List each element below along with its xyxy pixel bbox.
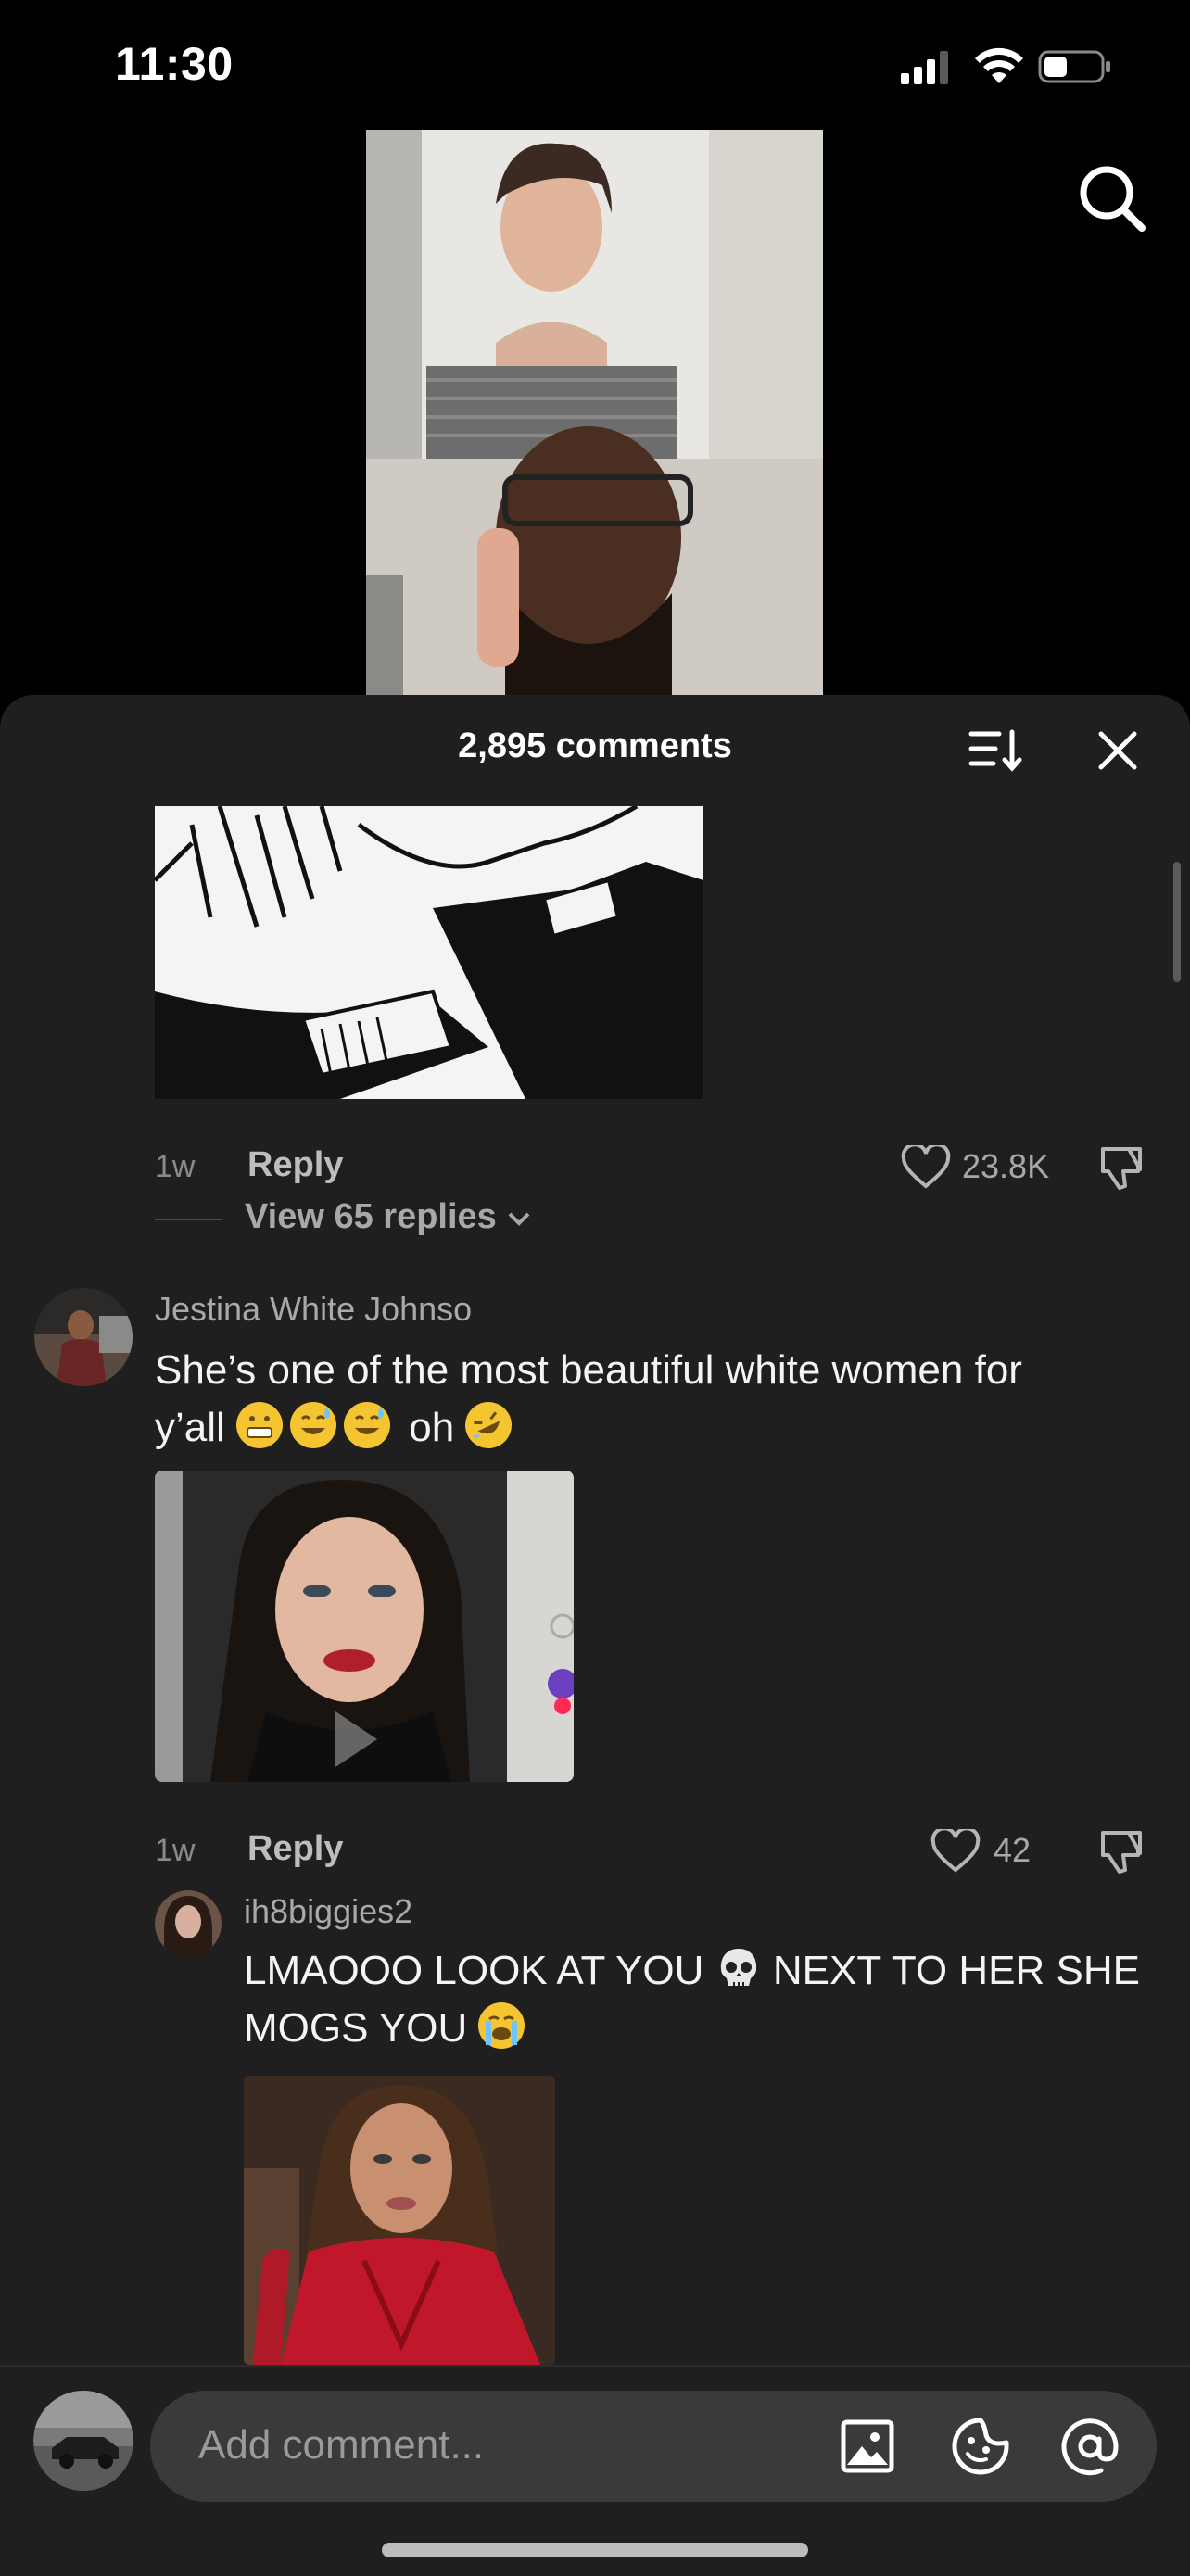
scrollbar[interactable] [1173,862,1181,982]
comment-like-count: 42 [994,1831,1032,1869]
avatar[interactable] [155,1890,222,1957]
sticker-icon [952,2418,1009,2475]
comment-dislike-button[interactable] [1097,1827,1146,1875]
mention-icon [1061,2418,1119,2476]
top-comment-age: 1w [155,1149,196,1184]
reply-text: LMAOOO LOOK AT YOU NEXT TO HER SHE MOGS … [244,1942,1161,2057]
grimacing-emoji-icon [236,1402,284,1448]
sort-button[interactable] [968,726,1025,775]
sweat-smile-emoji-icon [290,1402,337,1448]
reply-text-line2-text: MOGS YOU [244,2005,468,2051]
avatar[interactable] [34,1288,133,1386]
video-frame-image [366,130,823,695]
comment-reply-button[interactable]: Reply [247,1829,343,1869]
rofl-emoji-icon [458,1394,520,1457]
comment-input-placeholder: Add comment... [198,2422,485,2468]
reply-photo[interactable] [244,2076,555,2365]
crying-emoji-icon [478,2002,525,2049]
comments-sheet: 2,895 comments 1w Reply 23.8K View 65 re… [0,695,1190,2574]
comment-video-thumbnail[interactable] [155,1471,574,1782]
reply-text-part-b: NEXT TO HER SHE [772,1948,1140,1993]
image-icon [841,2419,894,2473]
comment-text-yall: y’all [155,1405,225,1450]
close-comments-button[interactable] [1092,725,1144,777]
view-replies-button[interactable]: View 65 replies [245,1197,532,1237]
home-indicator[interactable] [382,2543,808,2557]
status-bar: 11:30 [0,0,1190,130]
image-button[interactable] [838,2417,897,2476]
skull-emoji-icon [715,1945,762,1991]
comment-text-oh: oh [409,1405,455,1450]
mention-button[interactable] [1058,2415,1121,2478]
view-replies-label: View 65 replies [245,1197,497,1236]
comment-sketch-image[interactable] [155,806,703,1099]
close-icon [1098,731,1137,770]
reply-text-line1: LMAOOO LOOK AT YOU NEXT TO HER SHE [244,1942,1161,2000]
sweat-smile-emoji-icon [344,1402,391,1448]
signal-icon [901,51,948,84]
comment-like-button[interactable] [930,1829,981,1874]
comment-text-line2: y’all oh [155,1394,1137,1457]
top-comment-reply-button[interactable]: Reply [247,1145,343,1185]
search-icon [1080,166,1146,232]
heart-icon [930,1829,981,1873]
heart-icon [901,1145,951,1189]
replies-divider [155,1219,222,1220]
status-time: 11:30 [115,38,234,90]
chevron-down-icon [508,1212,530,1226]
reply-text-part-a: LMAOOO LOOK AT YOU [244,1948,704,1993]
comment-text-line1: She’s one of the most beautiful white wo… [155,1347,1022,1393]
comment-text: She’s one of the most beautiful white wo… [155,1342,1137,1457]
comment-username[interactable]: Jestina White Johnso [155,1290,472,1329]
comment-age: 1w [155,1833,196,1868]
video-preview[interactable] [366,130,823,695]
search-button[interactable] [1073,159,1151,237]
comment-input[interactable]: Add comment... [150,2391,1157,2502]
sort-icon [968,729,1022,772]
top-comment-like-count: 23.8K [962,1147,1050,1185]
dislike-icon [1101,1831,1142,1874]
battery-icon [1038,50,1110,83]
reply-text-line2: MOGS YOU [244,2000,1161,2057]
reply-username[interactable]: ih8biggies2 [244,1892,412,1931]
comment-composer-bar: Add comment... [0,2365,1190,2576]
avatar[interactable] [33,2391,133,2491]
top-comment-dislike-button[interactable] [1097,1143,1146,1192]
wifi-icon [975,47,1023,83]
dislike-icon [1101,1147,1142,1190]
top-comment-like-button[interactable] [901,1145,951,1190]
sticker-button[interactable] [949,2415,1012,2478]
